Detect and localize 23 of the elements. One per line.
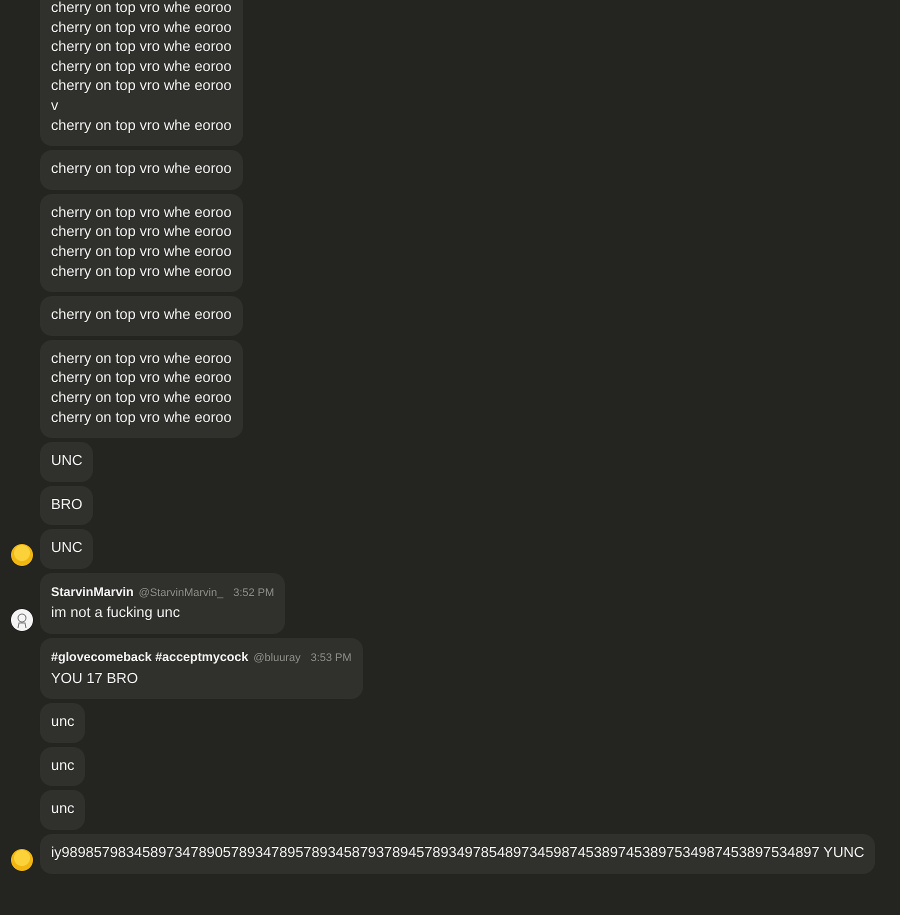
message-text: UNC: [51, 539, 82, 558]
avatar-icon[interactable]: [11, 609, 33, 632]
message-text: cherry on top vro whe eoroo: [51, 306, 232, 326]
message-text: YOU 17 BRO: [51, 670, 140, 689]
message-text: unc: [51, 756, 74, 776]
message-text: UNC: [51, 452, 82, 472]
message-text: unc: [51, 800, 74, 820]
username[interactable]: #glovecomeback #acceptmycock: [51, 648, 248, 668]
message-text: cherry on top vro whe eoroo cherry on top vro whe eoroo cherry on top vro whe eoroo cherry on top vro whe eoroo: [51, 204, 232, 282]
message-text: cherry on top vro whe eoroo cherry on top vro whe eoroo cherry on top vro whe eoroo cherry on top vro whe eoroo: [51, 350, 232, 428]
message-text: im not a fucking unc: [51, 604, 181, 624]
message-text: cherry on top vro whe eoroo cherry on top vro whe eoroo cherry on top vro whe eoroo cherry on top vro whe eoroo cherry on top vro whe eoroo v cherry on top vro whe eoroo: [51, 0, 232, 136]
avatar-icon[interactable]: [11, 544, 33, 566]
timestamp: 3:53 PM: [310, 651, 352, 666]
username[interactable]: StarvinMarvin: [51, 582, 134, 602]
message-text: cherry on top vro whe eoroo: [51, 160, 232, 180]
user-handle: @bluuray: [253, 651, 301, 666]
user-handle: @StarvinMarvin_: [138, 586, 224, 601]
message-text: BRO: [51, 496, 82, 515]
message-text: unc: [51, 713, 74, 732]
message-text: iy9898579834589734789057893478957893458793789457893497854897345987453897453897534987453897534897 YUNC: [51, 844, 864, 864]
timestamp: 3:52 PM: [233, 586, 274, 601]
avatar-icon[interactable]: [11, 848, 33, 871]
